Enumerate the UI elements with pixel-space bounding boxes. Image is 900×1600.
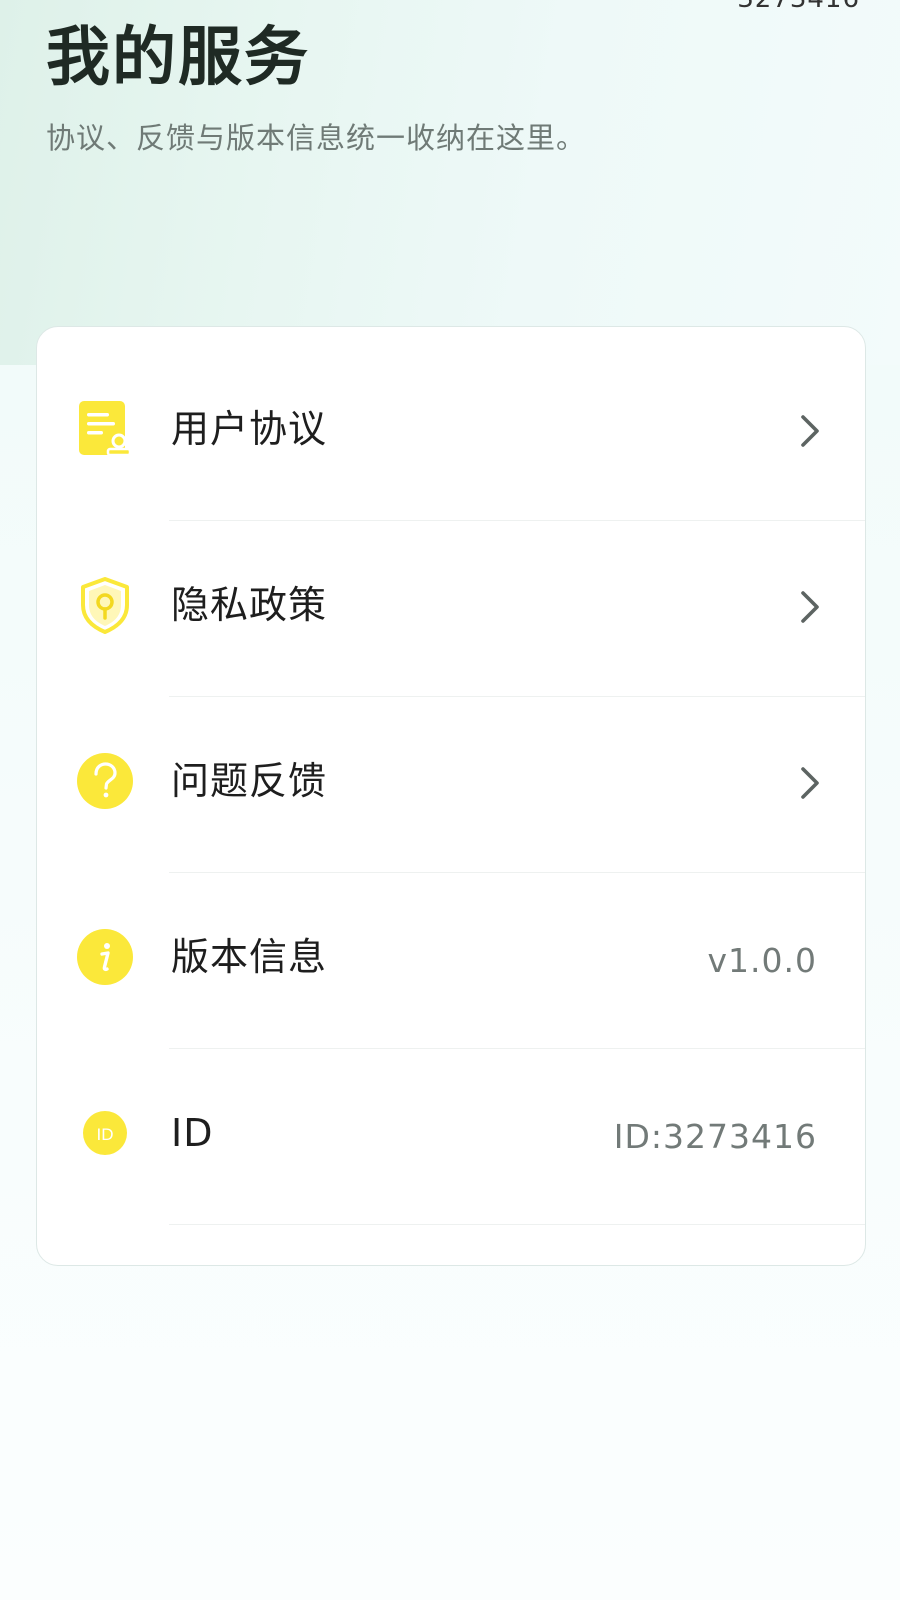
menu-item-feedback[interactable]: 问题反馈 [37,693,865,873]
document-stamp-icon [75,399,135,459]
menu-item-version-info: 版本信息 v1.0.0 [37,869,865,1049]
question-circle-icon [75,751,135,811]
chevron-right-icon [797,411,823,451]
info-circle-icon [75,927,135,987]
svg-text:ID: ID [97,1125,114,1144]
menu-item-label: 用户协议 [171,407,328,451]
id-circle-icon: ID [75,1103,135,1163]
page-subtitle: 协议、反馈与版本信息统一收纳在这里。 [46,121,587,155]
menu-item-label: ID [171,1111,214,1155]
services-card: 用户协议 隐私政策 问题反馈 版本信息 v1.0.0 ID ID ID:3273… [36,326,866,1266]
shield-key-icon [75,575,135,635]
chevron-right-icon [797,587,823,627]
menu-item-label: 隐私政策 [171,583,328,627]
menu-item-user-agreement[interactable]: 用户协议 [37,341,865,521]
id-value: ID:3273416 [613,1117,817,1156]
menu-item-label: 版本信息 [171,935,328,979]
page-title: 我的服务 [46,21,310,95]
version-value: v1.0.0 [707,941,817,980]
menu-item-id: ID ID ID:3273416 [37,1045,865,1225]
row-divider [169,1224,865,1225]
top-id-text: 3273416 [737,0,860,14]
menu-item-label: 问题反馈 [171,759,328,803]
menu-item-privacy-policy[interactable]: 隐私政策 [37,517,865,697]
chevron-right-icon [797,763,823,803]
